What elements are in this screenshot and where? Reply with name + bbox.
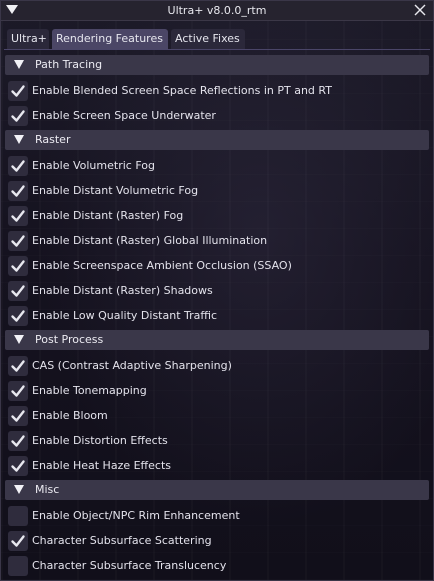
checkbox-row-enable-blended-screen-space-reflections-in-pt-and-rt[interactable]: Enable Blended Screen Space Reflections … bbox=[5, 80, 429, 102]
checkmark-icon bbox=[11, 285, 25, 297]
checkbox-label: Enable Distortion Effects bbox=[32, 434, 168, 447]
section-header-post-process[interactable]: Post Process bbox=[5, 330, 429, 350]
checkmark-icon bbox=[11, 260, 25, 272]
tab-label: Rendering Features bbox=[56, 32, 163, 45]
section-label: Post Process bbox=[35, 333, 104, 346]
checkbox-row-enable-distant-volumetric-fog[interactable]: Enable Distant Volumetric Fog bbox=[5, 180, 429, 202]
section-expanded-triangle-icon bbox=[14, 485, 24, 494]
section-header-misc[interactable]: Misc bbox=[5, 480, 429, 500]
checkbox[interactable] bbox=[8, 431, 28, 451]
tab-bar: Ultra+ Rendering Features Active Fixes bbox=[4, 29, 430, 50]
section-header-raster[interactable]: Raster bbox=[5, 130, 429, 150]
checkbox-row-enable-distant-raster-global-illumination[interactable]: Enable Distant (Raster) Global Illuminat… bbox=[5, 230, 429, 252]
checkbox-row-enable-tonemapping[interactable]: Enable Tonemapping bbox=[5, 380, 429, 402]
checkmark-icon bbox=[11, 535, 25, 547]
title-bar[interactable]: Ultra+ v8.0.0_rtm bbox=[1, 1, 433, 21]
checkbox[interactable] bbox=[8, 381, 28, 401]
checkbox[interactable] bbox=[8, 181, 28, 201]
checkbox[interactable] bbox=[8, 556, 28, 576]
tab-active-fixes[interactable]: Active Fixes bbox=[171, 29, 245, 49]
checkbox-row-enable-bloom[interactable]: Enable Bloom bbox=[5, 405, 429, 427]
ultra-plus-window: Ultra+ v8.0.0_rtm Ultra+ Rendering Featu… bbox=[0, 0, 434, 581]
checkmark-icon bbox=[11, 160, 25, 172]
checkmark-icon bbox=[11, 235, 25, 247]
close-icon bbox=[414, 4, 426, 16]
section-header-path-tracing[interactable]: Path Tracing bbox=[5, 55, 429, 75]
checkbox-label: Enable Screenspace Ambient Occlusion (SS… bbox=[32, 259, 292, 272]
checkbox-row-character-subsurface-scattering[interactable]: Character Subsurface Scattering bbox=[5, 530, 429, 552]
checkbox-label: Enable Heat Haze Effects bbox=[32, 459, 171, 472]
checkbox[interactable] bbox=[8, 231, 28, 251]
checkbox[interactable] bbox=[8, 81, 28, 101]
checkbox[interactable] bbox=[8, 506, 28, 526]
checkbox[interactable] bbox=[8, 281, 28, 301]
checkbox-row-cas-contrast-adaptive-sharpening[interactable]: CAS (Contrast Adaptive Sharpening) bbox=[5, 355, 429, 377]
checkbox-row-enable-object-npc-rim-enhancement[interactable]: Enable Object/NPC Rim Enhancement bbox=[5, 505, 429, 527]
checkmark-icon bbox=[11, 435, 25, 447]
checkbox-label: Enable Screen Space Underwater bbox=[32, 109, 216, 122]
checkbox[interactable] bbox=[8, 106, 28, 126]
checkbox-row-enable-distant-raster-shadows[interactable]: Enable Distant (Raster) Shadows bbox=[5, 280, 429, 302]
checkbox[interactable] bbox=[8, 356, 28, 376]
close-button[interactable] bbox=[413, 3, 427, 17]
section-label: Path Tracing bbox=[35, 58, 103, 71]
tab-ultra-plus[interactable]: Ultra+ bbox=[7, 29, 49, 49]
checkbox-label: Enable Distant Volumetric Fog bbox=[32, 184, 199, 197]
checkbox-label: Enable Distant (Raster) Fog bbox=[32, 209, 184, 222]
checkbox-label: Enable Tonemapping bbox=[32, 384, 147, 397]
checkbox[interactable] bbox=[8, 456, 28, 476]
section-expanded-triangle-icon bbox=[14, 60, 24, 69]
checkmark-icon bbox=[11, 460, 25, 472]
checkmark-icon bbox=[11, 310, 25, 322]
checkbox[interactable] bbox=[8, 206, 28, 226]
checkbox-row-character-subsurface-translucency[interactable]: Character Subsurface Translucency bbox=[5, 555, 429, 577]
tab-label: Active Fixes bbox=[175, 32, 240, 45]
checkbox-label: Enable Bloom bbox=[32, 409, 108, 422]
checkbox-label: Enable Distant (Raster) Shadows bbox=[32, 284, 213, 297]
checkbox[interactable] bbox=[8, 156, 28, 176]
checkmark-icon bbox=[11, 385, 25, 397]
section-label: Raster bbox=[35, 133, 71, 146]
checkmark-icon bbox=[11, 410, 25, 422]
checkbox-label: Character Subsurface Scattering bbox=[32, 534, 212, 547]
section-expanded-triangle-icon bbox=[14, 335, 24, 344]
checkbox-row-enable-volumetric-fog[interactable]: Enable Volumetric Fog bbox=[5, 155, 429, 177]
checkbox-label: Enable Low Quality Distant Traffic bbox=[32, 309, 218, 322]
checkbox-label: Character Subsurface Translucency bbox=[32, 559, 227, 572]
tab-rendering-features[interactable]: Rendering Features bbox=[52, 29, 168, 49]
checkmark-icon bbox=[11, 360, 25, 372]
checkbox[interactable] bbox=[8, 406, 28, 426]
checkbox[interactable] bbox=[8, 531, 28, 551]
checkbox-row-enable-distortion-effects[interactable]: Enable Distortion Effects bbox=[5, 430, 429, 452]
checkbox[interactable] bbox=[8, 256, 28, 276]
checkbox-row-enable-low-quality-distant-traffic[interactable]: Enable Low Quality Distant Traffic bbox=[5, 305, 429, 327]
checkbox-label: Enable Blended Screen Space Reflections … bbox=[32, 84, 332, 97]
checkbox-row-enable-heat-haze-effects[interactable]: Enable Heat Haze Effects bbox=[5, 455, 429, 477]
checkbox-label: CAS (Contrast Adaptive Sharpening) bbox=[32, 359, 232, 372]
checkbox[interactable] bbox=[8, 306, 28, 326]
tab-label: Ultra+ bbox=[11, 32, 47, 45]
section-expanded-triangle-icon bbox=[14, 135, 24, 144]
window-title: Ultra+ v8.0.0_rtm bbox=[167, 4, 267, 17]
checkbox-row-enable-distant-raster-fog[interactable]: Enable Distant (Raster) Fog bbox=[5, 205, 429, 227]
checkmark-icon bbox=[11, 110, 25, 122]
checkmark-icon bbox=[11, 85, 25, 97]
checkbox-label: Enable Volumetric Fog bbox=[32, 159, 155, 172]
checkmark-icon bbox=[11, 210, 25, 222]
checkmark-icon bbox=[11, 185, 25, 197]
checkbox-row-enable-screenspace-ambient-occlusion-ssao[interactable]: Enable Screenspace Ambient Occlusion (SS… bbox=[5, 255, 429, 277]
checkbox-label: Enable Distant (Raster) Global Illuminat… bbox=[32, 234, 268, 247]
checkbox-row-enable-screen-space-underwater[interactable]: Enable Screen Space Underwater bbox=[5, 105, 429, 127]
checkbox-label: Enable Object/NPC Rim Enhancement bbox=[32, 509, 240, 522]
section-label: Misc bbox=[35, 483, 60, 496]
